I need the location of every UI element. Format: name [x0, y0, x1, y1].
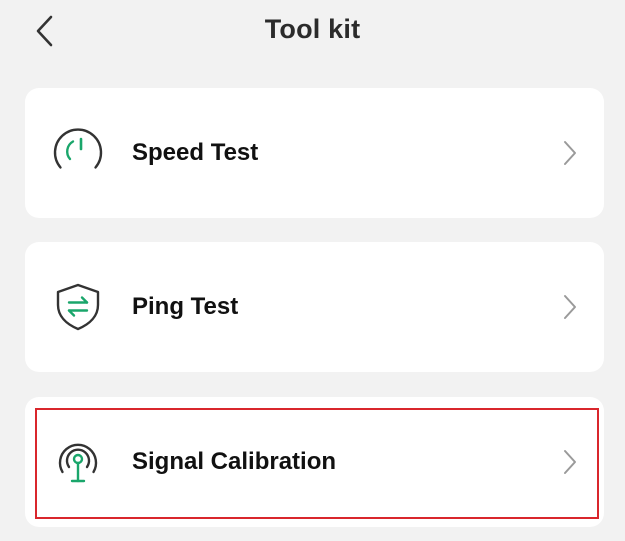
tool-kit-page: Tool kit Speed Test Ping Test Signal Cal…: [0, 0, 625, 541]
tool-item-ping-test[interactable]: Ping Test: [25, 242, 604, 372]
tool-label-speed-test: Speed Test: [132, 139, 259, 166]
tool-item-speed-test[interactable]: Speed Test: [25, 88, 604, 218]
page-title: Tool kit: [264, 14, 361, 44]
header: Tool kit: [0, 0, 625, 62]
tool-item-signal-calibration[interactable]: Signal Calibration: [25, 397, 604, 527]
chevron-right-icon: [560, 139, 580, 167]
chevron-right-icon: [560, 448, 580, 476]
shield-arrows-icon: [51, 280, 105, 334]
signal-antenna-icon: [51, 435, 105, 489]
chevron-right-icon: [560, 293, 580, 321]
speedometer-icon: [51, 126, 105, 180]
tool-label-signal-calibration: Signal Calibration: [132, 448, 337, 475]
tool-label-ping-test: Ping Test: [132, 293, 239, 320]
